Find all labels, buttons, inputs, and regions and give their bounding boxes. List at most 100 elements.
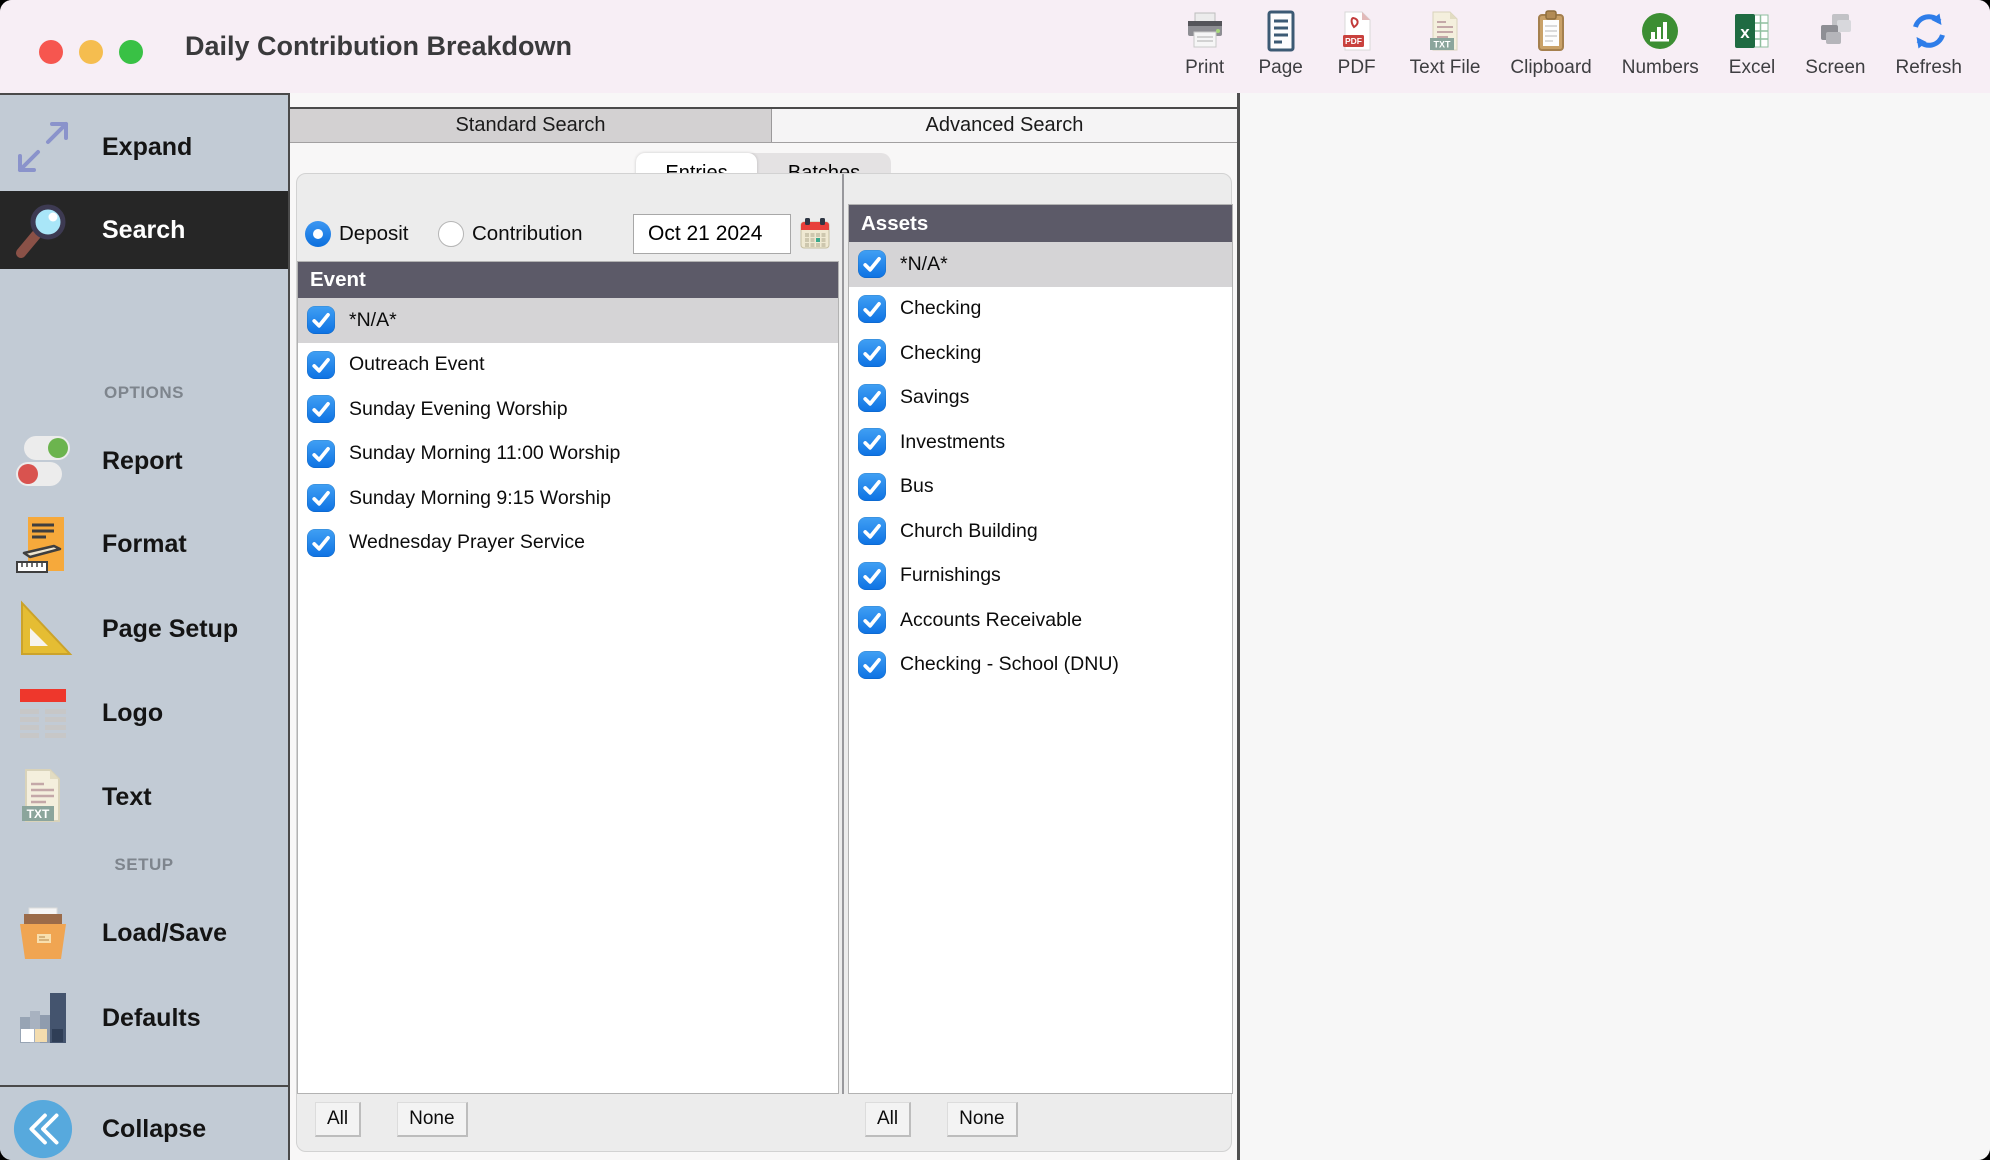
list-item[interactable]: Church Building: [849, 509, 1232, 554]
numbers-button[interactable]: Numbers: [1622, 8, 1699, 79]
sidebar-setup-heading: SETUP: [0, 855, 288, 875]
checkbox[interactable]: [858, 339, 886, 367]
checkbox[interactable]: [307, 484, 335, 512]
assets-list: *N/A* Checking Checking Savings Investments B…: [849, 242, 1232, 687]
sidebar-item-defaults[interactable]: Defaults: [0, 976, 288, 1060]
collapse-chevrons-icon: [12, 1097, 74, 1160]
deposit-radio[interactable]: [305, 221, 331, 247]
sidebar-item-logo[interactable]: Logo: [0, 671, 288, 755]
sidebar-item-text[interactable]: TXT Text: [0, 755, 288, 839]
sidebar-item-report[interactable]: Report: [0, 419, 288, 503]
checkbox[interactable]: [858, 606, 886, 634]
sidebar-item-load-save[interactable]: Load/Save: [0, 891, 288, 975]
logo-letterhead-icon: [12, 682, 74, 744]
panel-divider[interactable]: [842, 174, 844, 1094]
list-item-label: *N/A*: [349, 309, 397, 332]
assets-select-all-button[interactable]: All: [865, 1102, 911, 1137]
sidebar-item-format[interactable]: Format: [0, 502, 288, 586]
clipboard-button[interactable]: Clipboard: [1510, 8, 1591, 79]
calendar-picker-button[interactable]: [800, 217, 830, 249]
checkbox[interactable]: [858, 473, 886, 501]
page-button[interactable]: Page: [1258, 8, 1304, 79]
sidebar-item-label: Format: [102, 530, 187, 559]
event-select-none-button[interactable]: None: [397, 1102, 467, 1137]
checkbox[interactable]: [858, 428, 886, 456]
list-item-label: Investments: [900, 431, 1005, 454]
pdf-button[interactable]: PDF PDF: [1334, 8, 1380, 79]
refresh-button[interactable]: Refresh: [1895, 8, 1962, 79]
list-item-label: Bus: [900, 475, 934, 498]
tab-standard-search[interactable]: Standard Search: [290, 109, 772, 142]
text-file-button[interactable]: TXT Text File: [1410, 8, 1481, 79]
event-filter-panel: Event *N/A*Outreach EventSunday Evening …: [297, 261, 839, 1094]
list-item[interactable]: Accounts Receivable: [849, 598, 1232, 643]
report-preview-area: [1237, 93, 1990, 1160]
list-item-label: *N/A*: [900, 253, 948, 276]
checkbox[interactable]: [858, 562, 886, 590]
close-window-button[interactable]: [39, 40, 63, 64]
printer-icon: [1182, 8, 1228, 54]
clipboard-icon: [1528, 8, 1574, 54]
toolbar-label: PDF: [1338, 57, 1376, 79]
minimize-window-button[interactable]: [79, 40, 103, 64]
checkbox[interactable]: [307, 395, 335, 423]
checkbox[interactable]: [858, 250, 886, 278]
list-item[interactable]: Bus: [849, 465, 1232, 510]
toolbar-label: Print: [1185, 57, 1224, 79]
sidebar-item-expand[interactable]: Expand: [0, 105, 288, 189]
list-item[interactable]: *N/A*: [849, 242, 1232, 287]
list-item-label: Church Building: [900, 520, 1038, 543]
sidebar-item-search[interactable]: Search: [0, 191, 288, 269]
toolbar-label: Page: [1258, 57, 1302, 79]
screen-windows-icon: [1812, 8, 1858, 54]
list-item-label: Sunday Evening Worship: [349, 398, 568, 421]
expand-arrows-icon: [12, 116, 74, 178]
sidebar-item-page-setup[interactable]: Page Setup: [0, 587, 288, 671]
list-item[interactable]: Sunday Evening Worship: [298, 387, 838, 432]
svg-text:TXT: TXT: [27, 807, 50, 821]
checkbox[interactable]: [307, 306, 335, 334]
list-item[interactable]: Wednesday Prayer Service: [298, 521, 838, 566]
toolbar-label: Numbers: [1622, 57, 1699, 79]
excel-button[interactable]: x Excel: [1729, 8, 1775, 79]
list-item-label: Accounts Receivable: [900, 609, 1082, 632]
list-item[interactable]: Sunday Morning 11:00 Worship: [298, 432, 838, 477]
list-item-label: Checking: [900, 342, 981, 365]
advanced-search-box: Deposit Contribution Oct 21 2024: [296, 173, 1232, 1152]
list-item[interactable]: Savings: [849, 376, 1232, 421]
format-document-icon: [12, 513, 74, 575]
event-select-all-button[interactable]: All: [315, 1102, 361, 1137]
zoom-window-button[interactable]: [119, 40, 143, 64]
checkbox[interactable]: [858, 295, 886, 323]
checkbox[interactable]: [307, 529, 335, 557]
text-file-icon: TXT: [1422, 8, 1468, 54]
list-item-label: Wednesday Prayer Service: [349, 531, 585, 554]
contribution-radio[interactable]: [438, 221, 464, 247]
pdf-file-icon: PDF: [1334, 8, 1380, 54]
checkbox[interactable]: [307, 440, 335, 468]
svg-text:PDF: PDF: [1345, 36, 1362, 46]
sidebar: Expand Search OPTIONS: [0, 93, 290, 1160]
screen-button[interactable]: Screen: [1805, 8, 1865, 79]
list-item[interactable]: Checking: [849, 331, 1232, 376]
sidebar-item-collapse[interactable]: Collapse: [0, 1089, 288, 1160]
list-item[interactable]: Checking - School (DNU): [849, 643, 1232, 688]
list-item[interactable]: Outreach Event: [298, 343, 838, 388]
tab-advanced-search[interactable]: Advanced Search: [772, 109, 1237, 142]
checkbox[interactable]: [858, 384, 886, 412]
list-item[interactable]: *N/A*: [298, 298, 838, 343]
date-input[interactable]: Oct 21 2024: [633, 214, 791, 254]
checkbox[interactable]: [858, 517, 886, 545]
list-item[interactable]: Investments: [849, 420, 1232, 465]
checkbox[interactable]: [307, 351, 335, 379]
page-title: Daily Contribution Breakdown: [185, 0, 572, 93]
list-item[interactable]: Furnishings: [849, 554, 1232, 599]
assets-select-none-button[interactable]: None: [947, 1102, 1017, 1137]
list-item[interactable]: Checking: [849, 287, 1232, 332]
checkbox[interactable]: [858, 651, 886, 679]
defaults-factory-icon: [12, 987, 74, 1049]
print-button[interactable]: Print: [1182, 8, 1228, 79]
refresh-arrows-icon: [1906, 8, 1952, 54]
list-item[interactable]: Sunday Morning 9:15 Worship: [298, 476, 838, 521]
sidebar-item-label: Load/Save: [102, 919, 227, 948]
